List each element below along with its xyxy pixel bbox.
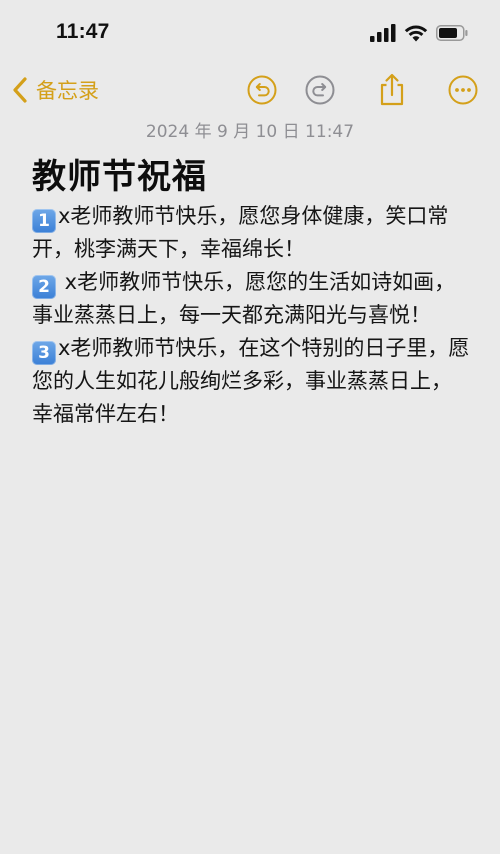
undo-button[interactable] [245, 73, 279, 107]
redo-button[interactable] [303, 73, 337, 107]
undo-icon [247, 75, 277, 105]
wifi-icon [404, 24, 428, 42]
paragraph-text: x老师教师节快乐，愿您的生活如诗如画，事业蒸蒸日上，每一天都充满阳光与喜悦！ [32, 270, 456, 327]
navigation-toolbar: 备忘录 [0, 64, 500, 116]
note-paragraph: 1 x老师教师节快乐，愿您身体健康，笑口常开，桃李满天下，幸福绵长！ [32, 200, 472, 266]
keycap-two-icon: 2 [32, 275, 56, 299]
status-bar: 11:47 [0, 0, 500, 64]
note-date: 2024 年 9 月 10 日 11:47 [145, 122, 355, 142]
note-title[interactable]: 教师节祝福 [32, 149, 207, 198]
share-icon [380, 73, 404, 106]
paragraph-text: x老师教师节快乐，愿您身体健康，笑口常开，桃李满天下，幸福绵长！ [32, 204, 449, 261]
status-icons [370, 24, 468, 42]
back-label: 备忘录 [36, 79, 99, 103]
more-icon [448, 75, 478, 105]
note-paragraph: 3 x老师教师节快乐，在这个特别的日子里，愿您的人生如花儿般绚烂多彩，事业蒸蒸日上… [32, 332, 472, 431]
battery-icon [436, 25, 468, 41]
keycap-one-icon: 1 [32, 209, 56, 233]
redo-icon [305, 75, 335, 105]
note-paragraph: 2 x老师教师节快乐，愿您的生活如诗如画，事业蒸蒸日上，每一天都充满阳光与喜悦！ [32, 266, 472, 332]
status-time: 11:47 [56, 20, 110, 43]
share-button[interactable] [375, 73, 409, 107]
note-body[interactable]: 1 x老师教师节快乐，愿您身体健康，笑口常开，桃李满天下，幸福绵长！ 2 x老师教… [32, 200, 472, 431]
paragraph-text: x老师教师节快乐，在这个特别的日子里，愿您的人生如花儿般绚烂多彩，事业蒸蒸日上，… [32, 336, 470, 426]
keycap-three-icon: 3 [32, 341, 56, 365]
signal-icon [370, 24, 396, 42]
back-button[interactable]: 备忘录 [12, 74, 99, 106]
chevron-left-icon [13, 77, 27, 103]
more-button[interactable] [446, 73, 480, 107]
